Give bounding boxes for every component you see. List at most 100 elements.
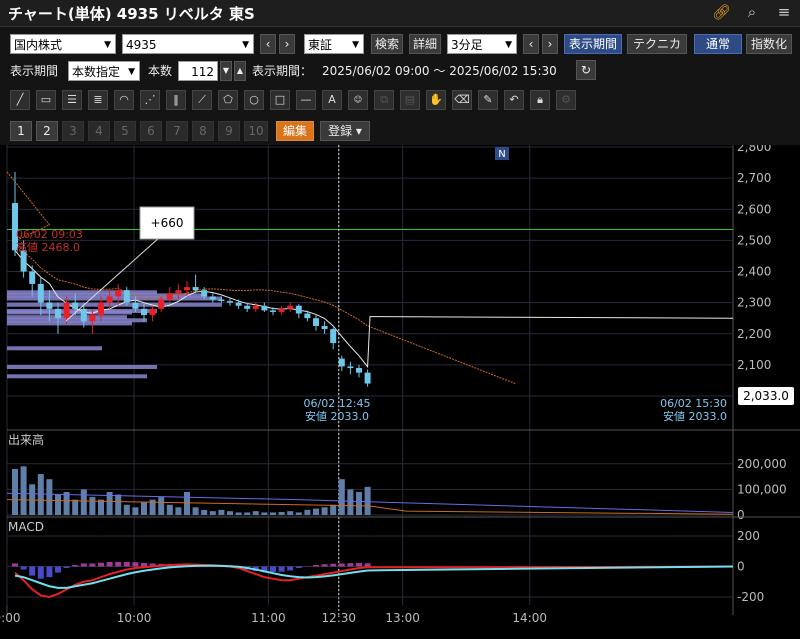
candle-body [98,302,104,316]
range-label: 表示期間： [252,64,313,78]
chevron-down-icon: ▼ [128,67,135,77]
macd-histogram-bar [29,566,36,576]
candle-body [278,308,285,312]
volume-bar [338,479,345,515]
register-button[interactable]: 登録 ▾ [320,121,370,141]
trendline-tool-icon[interactable]: ╱ [10,90,30,110]
icon-tool-icon[interactable]: ☺ [348,90,368,110]
macd-histogram-bar [20,566,27,570]
macd-histogram-bar [89,563,96,567]
price-tick-label: 2,100 [737,358,771,372]
undo-tool-icon[interactable]: ↶ [504,90,524,110]
reload-icon[interactable]: ↻ [576,60,596,80]
volume-bar [304,509,311,515]
candle-body [227,301,233,303]
text-tool-icon[interactable]: A [322,90,342,110]
volume-profile-bar [7,290,157,295]
volume-bar [313,508,319,515]
tab-2[interactable]: 2 [36,121,58,141]
index-button[interactable]: 指数化 [746,34,792,54]
next-interval-button[interactable]: › [542,34,558,54]
market-select[interactable]: 国内株式 ▼ [10,34,116,54]
interval-select[interactable]: 3分足 ▼ [447,34,517,54]
macd-histogram-bar [364,563,371,567]
volume-bar [192,507,199,515]
macd-histogram-bar [63,566,70,569]
candle-body [89,315,96,322]
count-down-button[interactable]: ▼ [220,61,232,81]
volume-bar [270,512,276,515]
erase-all-tool-icon[interactable]: ✎ [478,90,498,110]
volume-bar [46,479,53,515]
prev-code-button[interactable]: ‹ [260,34,276,54]
volume-bar [98,499,104,515]
volume-bar [295,512,302,515]
search-button[interactable]: 検索 [371,34,403,54]
candle-body [218,299,225,302]
price-tick-label: 2,800 [737,145,771,154]
low-annotation-time: 06/02 12:45 [304,397,371,410]
volume-bar [115,494,122,515]
count-up-button[interactable]: ▲ [234,61,246,81]
tab-1[interactable]: 1 [10,121,32,141]
prev-interval-button[interactable]: ‹ [523,34,539,54]
candle-body [63,302,70,319]
circle-tool-icon[interactable]: ○ [244,90,264,110]
menu-icon[interactable]: ≡ [776,3,792,21]
chevron-down-icon: ▼ [242,40,249,50]
detail-button[interactable]: 詳細 [409,34,441,54]
parallel-lines-tool-icon[interactable]: ☰ [62,90,82,110]
macd-histogram-bar [46,566,53,578]
period-label: 表示期間 [10,64,59,78]
link-icon[interactable]: 🔗︎ [712,3,731,21]
chart-area[interactable]: 2,800 2,700 2,600 2,500 2,400 2,300 2,200 2,100… [0,145,800,639]
edit-button[interactable]: 編集 [276,121,314,141]
fan-tool-icon[interactable]: ⋰ [140,90,160,110]
technical-button[interactable]: テクニカル [627,34,687,69]
volume-bar [209,511,216,515]
count-input[interactable]: 112 [178,61,218,81]
lock-tool-icon[interactable]: 🔒︎ [530,90,550,110]
time-zone-tool-icon[interactable]: ‖ [166,90,186,110]
volume-bar [356,491,362,515]
volume-bar [347,489,354,515]
callout-text: +660 [151,216,184,230]
volume-bar [184,491,190,515]
candle-body [209,296,216,300]
pentagon-tool-icon[interactable]: ⬠ [218,90,238,110]
exchange-select[interactable]: 東証 ▼ [304,34,364,54]
list-tool-icon: ▤ [400,90,420,110]
price-tick-label: 2,200 [737,327,771,341]
gann-fan-tool-icon[interactable]: ⟋ [192,90,212,110]
hline-tool-icon[interactable]: — [296,90,316,110]
volume-profile-bar [7,302,222,307]
arc-tool-icon[interactable]: ◠ [114,90,134,110]
ruler-tool-icon[interactable]: ▭ [36,90,56,110]
period-mode-select[interactable]: 本数指定 ▼ [68,61,140,81]
volume-profile-bar [7,374,147,379]
volume-pane-label: 出来高 [8,432,44,447]
fibonacci-tool-icon[interactable]: ≣ [88,90,108,110]
macd-histogram-bar [12,563,18,567]
price-tick-label: 2,400 [737,265,771,279]
eraser-tool-icon[interactable]: ⌫ [452,90,472,110]
volume-bar [55,494,61,515]
normal-button[interactable]: 通常 [694,34,742,54]
candle-body [287,305,294,309]
period-button[interactable]: 表示期間 [564,34,622,54]
volume-bar [175,507,182,515]
candle-body [55,308,61,319]
candle-body [149,308,156,316]
tab-8: 8 [192,121,214,141]
next-code-button[interactable]: › [279,34,295,54]
macd-histogram-bar [321,564,328,567]
drawing-tools: ╱ ▭ ☰ ≣ ◠ ⋰ ‖ ⟋ ⬠ ○ □ — A ☺ ⧉ ▤ ✋ ⌫ ✎ ↶ … [0,85,800,115]
candle-body [261,305,268,311]
macd-histogram-bar [295,566,302,569]
news-marker-label: N [498,149,505,160]
search-icon[interactable]: ⌕ [744,3,760,21]
macd-histogram-bar [80,563,87,567]
rectangle-tool-icon[interactable]: □ [270,90,290,110]
candle-body [72,302,79,309]
code-input[interactable]: 4935 ▼ [122,34,254,54]
